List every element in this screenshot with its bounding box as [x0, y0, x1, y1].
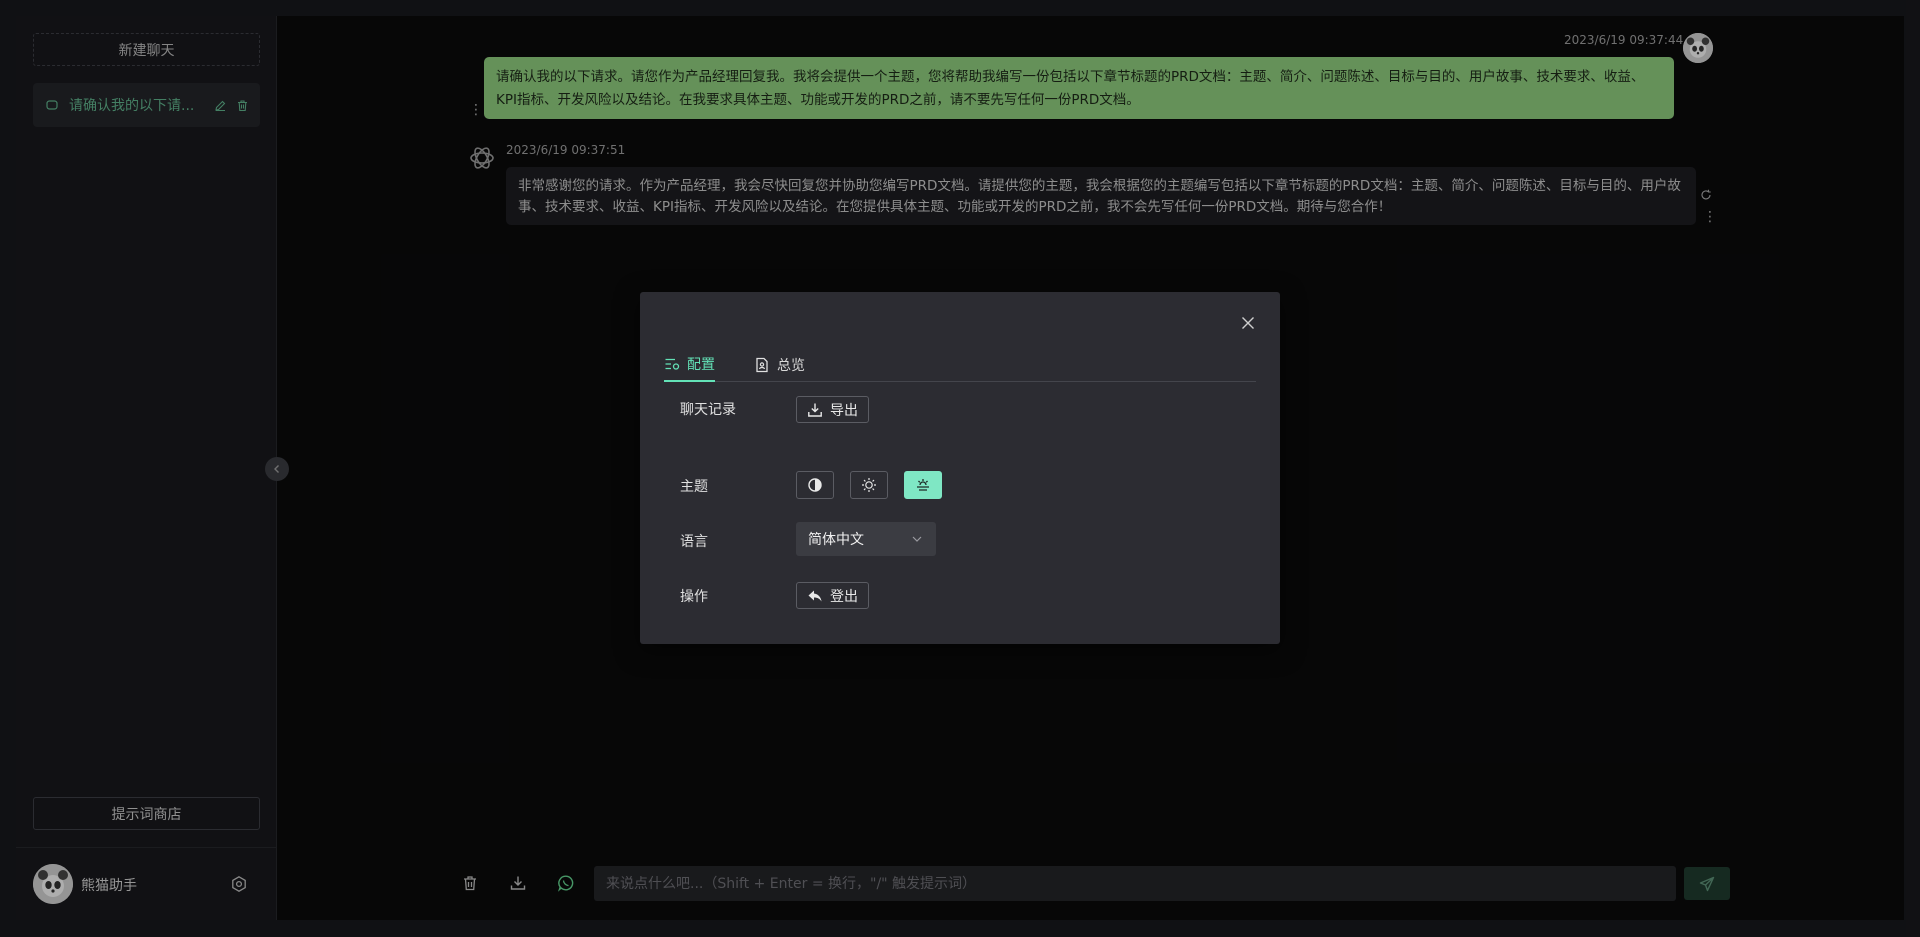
sun-icon — [861, 477, 877, 493]
tab-label: 总览 — [777, 358, 805, 374]
language-value: 简体中文 — [808, 532, 864, 548]
tab-label: 配置 — [687, 357, 715, 373]
chat-history-label: 聊天记录 — [680, 402, 736, 418]
logout-icon — [807, 588, 823, 604]
settings-tabs: 配置 总览 — [664, 348, 1256, 382]
close-icon[interactable] — [1237, 312, 1259, 334]
overview-icon — [754, 357, 770, 373]
chevron-down-icon — [910, 532, 924, 546]
download-icon — [807, 402, 823, 418]
logout-button[interactable]: 登出 — [796, 582, 869, 609]
theme-light-button[interactable] — [850, 471, 888, 499]
language-label: 语言 — [680, 534, 708, 550]
action-label: 操作 — [680, 589, 708, 605]
language-select[interactable]: 简体中文 — [796, 522, 936, 556]
theme-auto-button[interactable] — [904, 471, 942, 499]
theme-dark-button[interactable] — [796, 471, 834, 499]
export-button[interactable]: 导出 — [796, 396, 869, 423]
logout-label: 登出 — [830, 588, 858, 605]
auto-theme-icon — [915, 477, 931, 493]
config-icon — [664, 356, 680, 372]
export-label: 导出 — [830, 402, 858, 419]
tab-config[interactable]: 配置 — [664, 348, 715, 382]
contrast-icon — [807, 477, 823, 493]
tab-overview[interactable]: 总览 — [754, 348, 805, 382]
theme-label: 主题 — [680, 479, 708, 495]
settings-modal: 配置 总览 聊天记录 导出 主题 语言 简体中文 操作 登出 — [640, 292, 1280, 644]
